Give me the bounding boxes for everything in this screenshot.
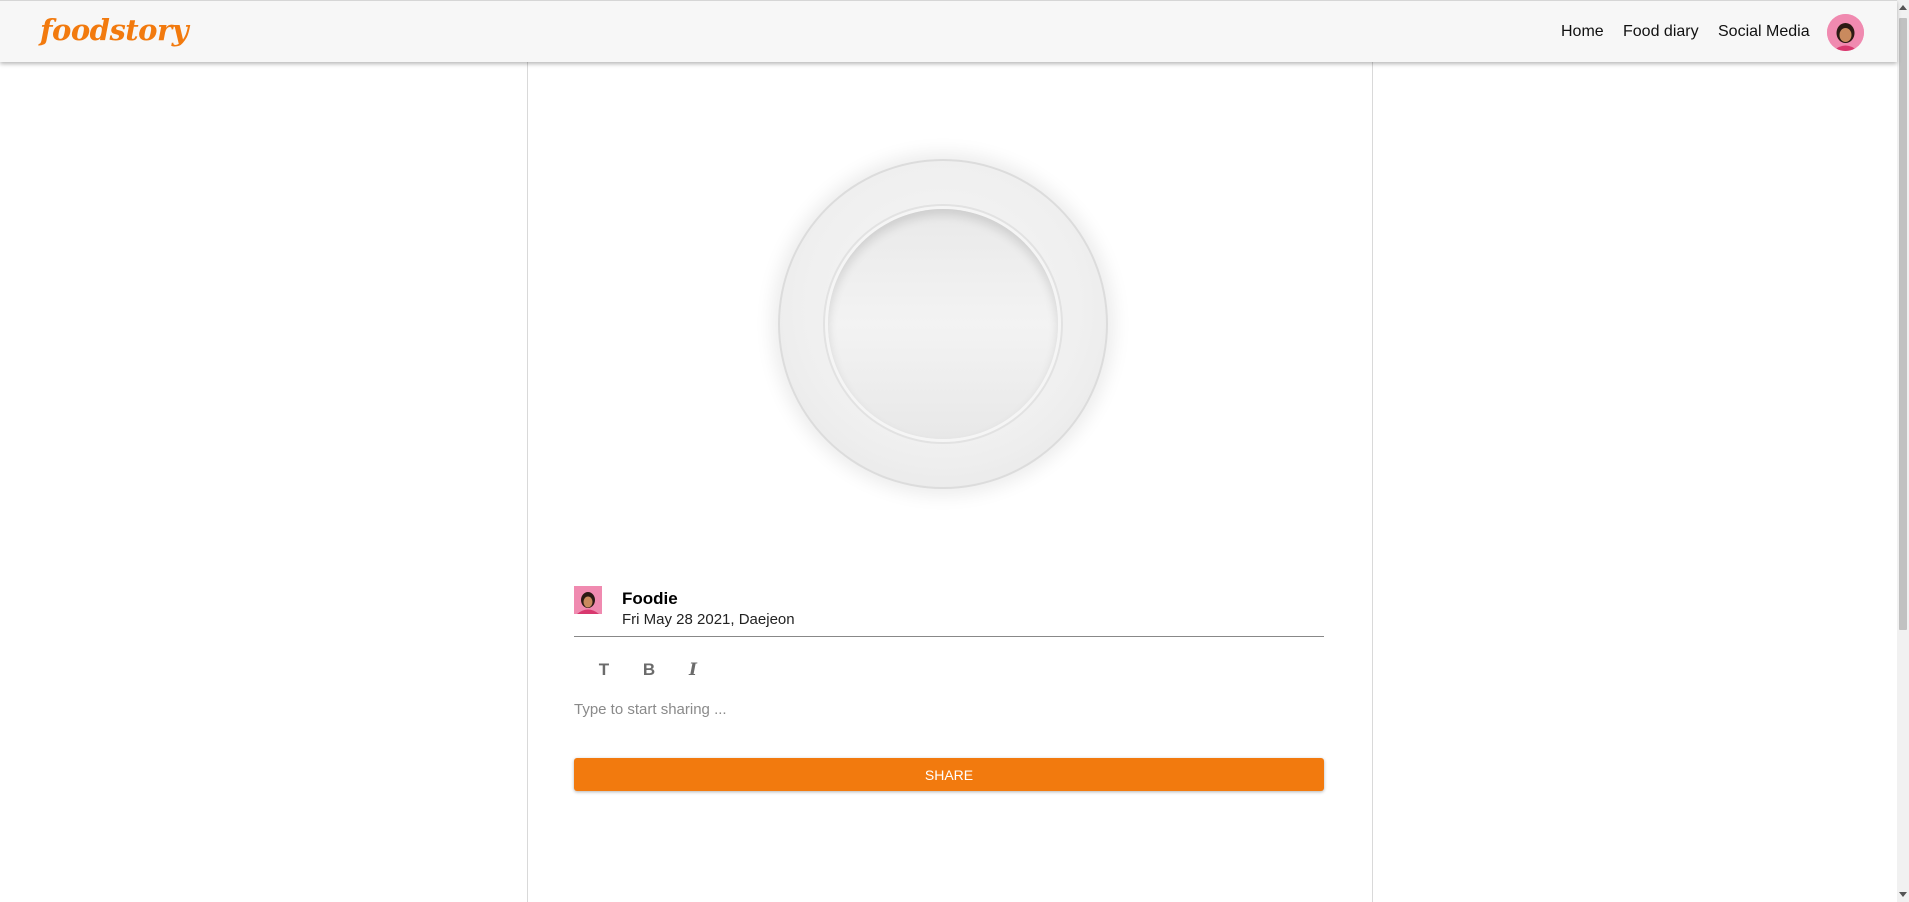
user-avatar-icon[interactable] [1827, 14, 1864, 51]
author-name: Foodie [622, 589, 678, 608]
scrollbar-thumb[interactable] [1899, 18, 1907, 630]
nav-food-diary-link[interactable]: Food diary [1623, 23, 1699, 41]
author-avatar [574, 586, 602, 614]
brand-logo[interactable]: foodstory [40, 13, 189, 47]
nav-home-link[interactable]: Home [1561, 23, 1604, 41]
plate-center [828, 209, 1058, 439]
scroll-up-arrow-icon[interactable] [1899, 5, 1907, 10]
post-composer-column: Foodie Fri May 28 2021, Daejeon T B I SH… [527, 61, 1373, 902]
page-scrollbar[interactable] [1897, 0, 1909, 902]
share-button[interactable]: SHARE [574, 758, 1324, 791]
bold-format-icon[interactable]: B [636, 657, 662, 683]
post-text-input[interactable] [574, 697, 1324, 721]
empty-plate-image[interactable] [778, 159, 1108, 489]
top-app-bar: foodstory Home Food diary Social Media [0, 0, 1897, 62]
italic-format-icon[interactable]: I [680, 657, 706, 683]
nav-social-media-link[interactable]: Social Media [1718, 23, 1810, 41]
post-date-location: Fri May 28 2021, Daejeon [622, 611, 795, 628]
scroll-down-arrow-icon[interactable] [1899, 892, 1907, 897]
author-divider [574, 636, 1324, 637]
text-format-icon[interactable]: T [591, 657, 617, 683]
